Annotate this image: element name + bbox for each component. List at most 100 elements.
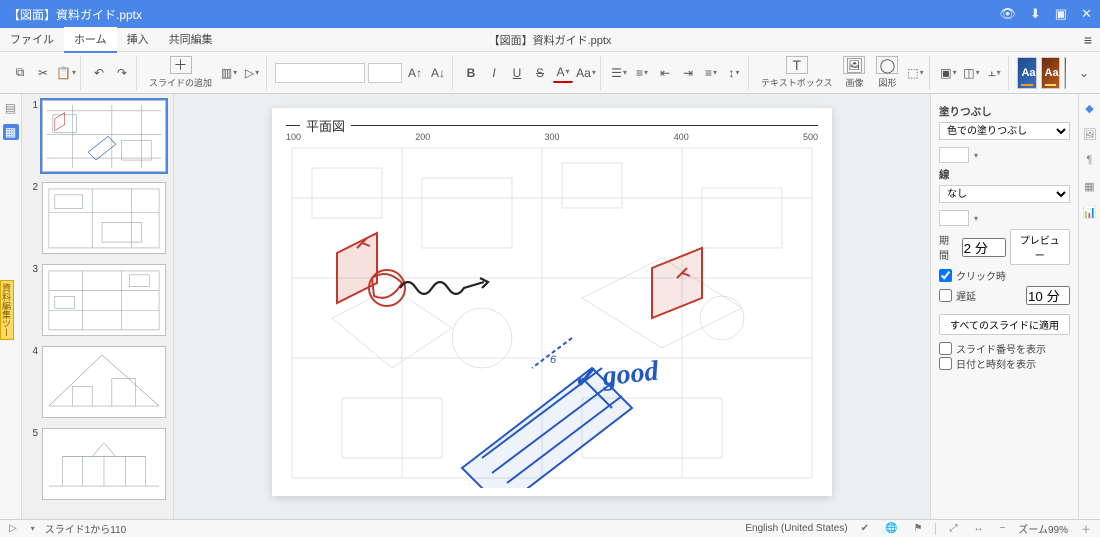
delay-label: 遅延 bbox=[956, 288, 976, 303]
paste-icon[interactable]: 📋▾ bbox=[56, 63, 76, 83]
apply-all-button[interactable]: すべてのスライドに適用 bbox=[939, 314, 1070, 335]
font-size-select[interactable] bbox=[368, 63, 402, 83]
onclick-check[interactable] bbox=[939, 269, 952, 282]
slide-panel[interactable]: 1 2 3 4 5 bbox=[22, 94, 174, 519]
preview-button[interactable]: プレビュー bbox=[1010, 229, 1070, 265]
strike-icon[interactable]: S bbox=[530, 63, 550, 83]
line-color-swatch[interactable] bbox=[939, 210, 969, 226]
line-type-select[interactable]: なし bbox=[939, 185, 1070, 203]
theme-thumb[interactable]: Aa bbox=[1064, 57, 1066, 89]
cut-icon[interactable]: ✂ bbox=[33, 63, 53, 83]
present-icon[interactable]: ▣ bbox=[1055, 6, 1067, 22]
outline-view-icon[interactable]: ▦ bbox=[3, 124, 19, 140]
theme-gallery: AaAaAaAaAaAaAaAaAa bbox=[1017, 57, 1066, 89]
slide-thumb[interactable]: 4 bbox=[26, 346, 169, 418]
doc-title: 【図面】資料ガイド.pptx bbox=[489, 32, 612, 48]
body-area: 資料編集ツール ▤ ▦ 1 2 3 4 5 平面図 100 200 300 400 50… bbox=[0, 94, 1100, 519]
slide-thumb-image bbox=[42, 428, 166, 500]
text-settings-icon[interactable]: ¶ bbox=[1082, 152, 1098, 168]
fill-color-swatch[interactable] bbox=[939, 147, 969, 163]
slide-thumb[interactable]: 3 bbox=[26, 264, 169, 336]
show-slide-no-checkbox[interactable]: スライド番号を表示 bbox=[939, 341, 1070, 356]
slide-position: スライド1から110 bbox=[45, 521, 127, 536]
feedback-icon[interactable]: ⚑ bbox=[910, 523, 925, 534]
font-shrink-icon[interactable]: A↓ bbox=[428, 63, 448, 83]
slide-thumb[interactable]: 1 bbox=[26, 100, 169, 172]
bullets-icon[interactable]: ☰▾ bbox=[609, 63, 629, 83]
shape-settings-icon[interactable]: ◆ bbox=[1082, 100, 1098, 116]
bold-icon[interactable]: B bbox=[461, 63, 481, 83]
close-icon[interactable]: ✕ bbox=[1081, 6, 1092, 22]
hamburger-icon[interactable]: ≡ bbox=[1076, 32, 1100, 48]
align-obj-icon[interactable]: ⫠▾ bbox=[984, 63, 1004, 83]
spacing-icon[interactable]: ↕▾ bbox=[724, 63, 744, 83]
zoom-out-icon[interactable]: − bbox=[996, 523, 1008, 534]
tab-insert[interactable]: 挿入 bbox=[117, 27, 159, 53]
onclick-checkbox[interactable]: クリック時 bbox=[939, 268, 1070, 283]
shape-button[interactable]: ◯ 図形 bbox=[872, 54, 902, 91]
duration-input[interactable] bbox=[962, 238, 1006, 257]
zoom-in-icon[interactable]: ＋ bbox=[1078, 521, 1094, 536]
tab-collab[interactable]: 共同編集 bbox=[159, 27, 223, 53]
indent-dec-icon[interactable]: ⇤ bbox=[655, 63, 675, 83]
textbox-button[interactable]: T テキストボックス bbox=[757, 54, 836, 91]
numbering-icon[interactable]: ≡▾ bbox=[632, 63, 652, 83]
delay-input[interactable] bbox=[1026, 286, 1070, 305]
table-settings-icon[interactable]: ▦ bbox=[1082, 178, 1098, 194]
play-icon[interactable]: ▷▾ bbox=[242, 63, 262, 83]
download-icon[interactable]: ⬇ bbox=[1030, 6, 1041, 22]
show-datetime-check[interactable] bbox=[939, 357, 952, 370]
slide-thumb[interactable]: 2 bbox=[26, 182, 169, 254]
font-color-icon[interactable]: A▾ bbox=[553, 63, 573, 83]
theme-more-icon[interactable]: ⌄ bbox=[1074, 63, 1094, 83]
canvas-area[interactable]: 平面図 100 200 300 400 500 bbox=[174, 94, 930, 519]
slide-number: 3 bbox=[26, 264, 38, 336]
delay-check[interactable] bbox=[939, 289, 952, 302]
delay-checkbox[interactable]: 遅延 bbox=[939, 288, 976, 303]
undo-icon[interactable]: ↶ bbox=[89, 63, 109, 83]
font-grow-icon[interactable]: A↑ bbox=[405, 63, 425, 83]
add-slide-button[interactable]: ＋ スライドの追加 bbox=[145, 54, 216, 91]
copy-icon[interactable]: ⧉ bbox=[10, 63, 30, 83]
thumbnails-view-icon[interactable]: ▤ bbox=[3, 100, 19, 116]
layout-icon[interactable]: ▥▾ bbox=[219, 63, 239, 83]
align-icon[interactable]: ≡▾ bbox=[701, 63, 721, 83]
case-icon[interactable]: Aa▾ bbox=[576, 63, 596, 83]
eye-icon[interactable]: 👁 bbox=[999, 6, 1016, 22]
slide-canvas[interactable]: 平面図 100 200 300 400 500 bbox=[272, 108, 832, 496]
spellcheck-icon[interactable]: ✔ bbox=[858, 523, 872, 534]
slideshow-icon[interactable]: ▷ bbox=[6, 523, 20, 534]
tab-home[interactable]: ホーム bbox=[64, 27, 117, 53]
tab-file[interactable]: ファイル bbox=[0, 27, 64, 53]
indent-inc-icon[interactable]: ⇥ bbox=[678, 63, 698, 83]
chart-settings-icon[interactable]: 📊 bbox=[1082, 204, 1098, 220]
font-select[interactable] bbox=[275, 63, 365, 83]
show-datetime-checkbox[interactable]: 日付と時刻を表示 bbox=[939, 356, 1070, 371]
show-datetime-label: 日付と時刻を表示 bbox=[956, 356, 1036, 371]
side-tag[interactable]: 資料編集ツール bbox=[0, 280, 14, 340]
underline-icon[interactable]: U bbox=[507, 63, 527, 83]
slide-thumb[interactable]: 5 bbox=[26, 428, 169, 500]
toolbar: ⧉ ✂ 📋▾ ↶ ↷ ＋ スライドの追加 ▥▾ ▷▾ A↑ A↓ B I U S… bbox=[0, 52, 1100, 94]
theme-thumb[interactable]: Aa bbox=[1041, 57, 1060, 89]
slide-number: 2 bbox=[26, 182, 38, 254]
slide-thumb-image bbox=[42, 346, 166, 418]
italic-icon[interactable]: I bbox=[484, 63, 504, 83]
arrange-icon[interactable]: ⬚▾ bbox=[905, 63, 925, 83]
window-controls: 👁 ⬇ ▣ ✕ bbox=[999, 6, 1092, 22]
language-indicator[interactable]: English (United States) bbox=[745, 523, 847, 534]
show-slide-no-check[interactable] bbox=[939, 342, 952, 355]
globe-icon[interactable]: 🌐 bbox=[882, 523, 900, 534]
image-settings-icon[interactable]: 🖼 bbox=[1082, 126, 1098, 142]
fit-slide-icon[interactable]: ⤢ bbox=[946, 523, 960, 534]
fit-width-icon[interactable]: ↔ bbox=[970, 523, 986, 534]
add-slide-label: スライドの追加 bbox=[149, 76, 212, 89]
theme-thumb[interactable]: Aa bbox=[1017, 57, 1036, 89]
image-button[interactable]: 🖼 画像 bbox=[839, 54, 869, 91]
line-color-icon[interactable]: ◫▾ bbox=[961, 63, 981, 83]
fill-type-select[interactable]: 色での塗りつぶし bbox=[939, 122, 1070, 140]
fill-section-title: 塗りつぶし bbox=[939, 104, 1070, 119]
fill-color-icon[interactable]: ▣▾ bbox=[938, 63, 958, 83]
slide-thumb-image bbox=[42, 182, 166, 254]
redo-icon[interactable]: ↷ bbox=[112, 63, 132, 83]
